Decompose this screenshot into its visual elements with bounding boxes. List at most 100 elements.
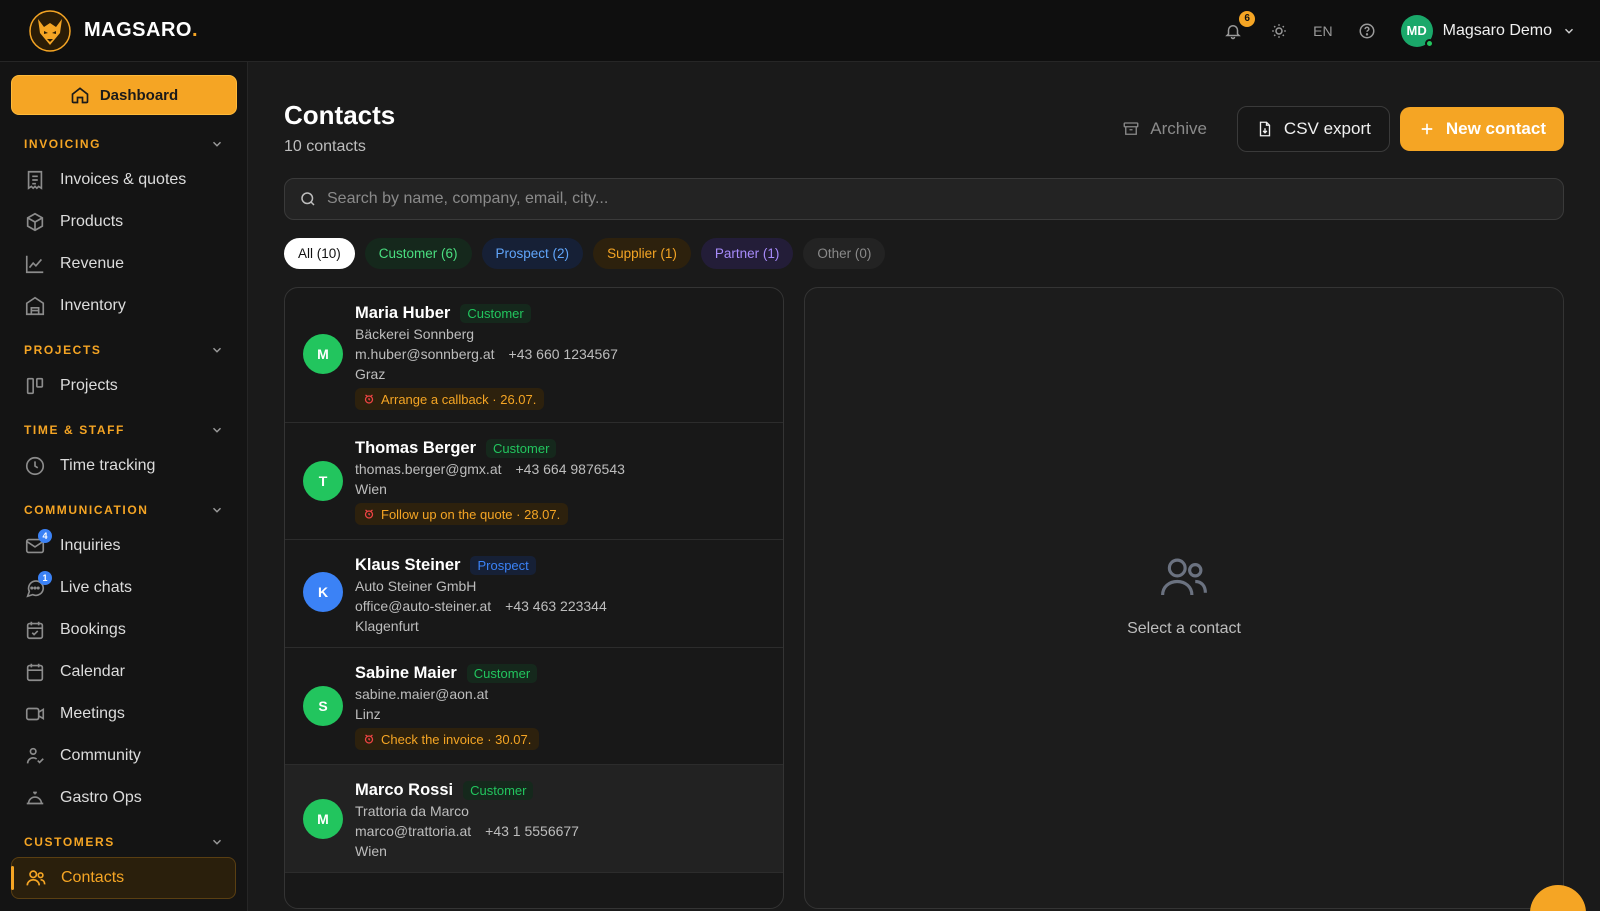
section-time-staff[interactable]: TIME & STAFF: [11, 415, 236, 445]
users-icon: [26, 870, 46, 886]
theme-toggle-button[interactable]: [1267, 19, 1291, 43]
contact-phone: +43 660 1234567: [508, 346, 618, 362]
contact-row[interactable]: M Maria Huber Customer Bäckerei Sonnberg…: [285, 288, 783, 423]
sidebar-item-time-tracking[interactable]: Time tracking: [11, 445, 236, 487]
plus-icon: [1421, 123, 1433, 135]
contact-type-badge: Customer: [466, 663, 538, 683]
kanban-icon: [26, 377, 44, 395]
csv-export-button[interactable]: CSV export: [1236, 106, 1390, 152]
reminder-text: Follow up on the quote · 28.07.: [381, 506, 561, 522]
brand[interactable]: MAGSARO.: [28, 9, 198, 53]
contact-phone: +43 1 5556677: [485, 823, 579, 839]
new-contact-label: New contact: [1445, 119, 1546, 138]
toolbar: Archive CSV export New contact: [1102, 106, 1564, 152]
search-input[interactable]: [327, 190, 1549, 208]
section-projects[interactable]: PROJECTS: [11, 335, 236, 365]
sidebar-item-community[interactable]: Community: [11, 735, 236, 777]
chevron-down-icon: [212, 347, 222, 353]
help-icon: [1359, 23, 1375, 38]
contact-name: Klaus Steiner: [355, 555, 461, 574]
new-contact-button[interactable]: New contact: [1399, 107, 1564, 151]
filter-supplier[interactable]: Supplier (1): [593, 238, 691, 269]
sidebar-item-label: Community: [60, 747, 141, 764]
sidebar-item-contacts[interactable]: Contacts: [11, 857, 236, 899]
contact-row[interactable]: S Sabine Maier Customer sabine.maier@aon…: [285, 648, 783, 765]
brand-name: MAGSARO.: [84, 19, 199, 41]
contact-row[interactable]: T Thomas Berger Customer thomas.berger@g…: [285, 423, 783, 540]
clock-icon: [25, 456, 45, 476]
contact-row[interactable]: K Klaus Steiner Prospect Auto Steiner Gm…: [285, 540, 783, 648]
sidebar-item-inventory[interactable]: Inventory: [11, 285, 236, 327]
contact-detail-panel: Select a contact: [804, 287, 1564, 909]
contact-phone: +43 664 9876543: [515, 461, 625, 477]
chevron-down-icon: [212, 427, 222, 433]
sidebar-item-inquiries[interactable]: 4 Inquiries: [11, 525, 236, 567]
contact-avatar: M: [303, 799, 343, 839]
sidebar-item-label: Calendar: [60, 663, 125, 680]
contact-email: office@auto-steiner.at: [355, 598, 492, 614]
contact-city: Klagenfurt: [355, 618, 419, 634]
contact-avatar: T: [303, 461, 343, 501]
chevron-down-icon: [212, 839, 222, 845]
cloche-icon: [26, 791, 44, 805]
bell-icon: [1225, 24, 1241, 39]
alarm-clock-icon: [364, 509, 374, 519]
receipt-icon: [27, 170, 43, 190]
sidebar-item-label: Revenue: [60, 255, 125, 272]
empty-state-text: Select a contact: [1127, 620, 1241, 637]
language-switcher[interactable]: EN: [1313, 23, 1332, 39]
chevron-down-icon: [212, 507, 222, 513]
sidebar-item-revenue[interactable]: Revenue: [11, 243, 236, 285]
wolf-logo-icon: [29, 9, 71, 52]
notifications-button[interactable]: 6: [1221, 10, 1256, 43]
contact-row[interactable]: M Marco Rossi Customer Trattoria da Marc…: [285, 765, 783, 873]
contact-type-badge: Customer: [463, 780, 534, 800]
filter-other[interactable]: Other (0): [803, 238, 886, 269]
contact-details: m.huber@sonnberg.at +43 660 1234567: [355, 344, 767, 364]
sidebar-item-bookings[interactable]: Bookings: [11, 609, 236, 651]
sidebar: Dashboard INVOICING Invoices & quotes Pr…: [0, 62, 248, 911]
reminder-text: Check the invoice · 30.07.: [381, 731, 532, 747]
contact-details: office@auto-steiner.at +43 463 223344: [355, 596, 767, 616]
section-invoicing[interactable]: INVOICING: [11, 129, 236, 159]
filter-prospect[interactable]: Prospect (2): [481, 238, 584, 269]
alarm-clock-icon: [364, 394, 374, 404]
contact-email: sabine.maier@aon.at: [355, 686, 489, 702]
contact-email: thomas.berger@gmx.at: [355, 461, 502, 477]
sidebar-item-live-chats[interactable]: 1 Live chats: [11, 567, 236, 609]
notifications-badge: 6: [1239, 10, 1256, 27]
sidebar-item-label: Bookings: [60, 621, 126, 638]
help-button[interactable]: [1355, 19, 1379, 43]
section-label: COMMUNICATION: [24, 503, 149, 517]
sidebar-item-gastro-ops[interactable]: Gastro Ops: [11, 777, 236, 819]
sidebar-item-invoices[interactable]: Invoices & quotes: [11, 159, 236, 201]
sidebar-item-projects[interactable]: Projects: [11, 365, 236, 407]
contact-company: Trattoria da Marco: [355, 803, 469, 819]
user-menu[interactable]: MD Magsaro Demo: [1400, 14, 1576, 48]
sidebar-item-calendar[interactable]: Calendar: [11, 651, 236, 693]
contact-company: Bäckerei Sonnberg: [355, 326, 475, 342]
contact-list: M Maria Huber Customer Bäckerei Sonnberg…: [284, 287, 784, 909]
csv-export-label: CSV export: [1283, 119, 1371, 138]
filter-all[interactable]: All (10): [284, 238, 355, 269]
contact-type-badge: Customer: [460, 303, 531, 323]
chart-line-icon: [25, 255, 44, 274]
filter-tabs: All (10) Customer (6) Prospect (2) Suppl…: [284, 238, 886, 269]
section-customers[interactable]: CUSTOMERS: [11, 827, 236, 857]
alarm-clock-icon: [364, 734, 374, 744]
sidebar-item-products[interactable]: Products: [11, 201, 236, 243]
archive-button[interactable]: Archive: [1102, 107, 1227, 151]
sidebar-item-label: Gastro Ops: [60, 789, 142, 806]
contact-type-badge: Prospect: [470, 555, 536, 575]
sidebar-item-meetings[interactable]: Meetings: [11, 693, 236, 735]
avatar: MD: [1400, 14, 1434, 48]
dashboard-label: Dashboard: [99, 86, 179, 104]
filter-customer[interactable]: Customer (6): [364, 238, 472, 269]
video-icon: [25, 707, 45, 721]
dashboard-button[interactable]: Dashboard: [11, 75, 237, 115]
filter-partner[interactable]: Partner (1): [700, 238, 794, 269]
section-label: INVOICING: [24, 137, 102, 151]
users-icon: [1161, 558, 1207, 596]
contact-email: m.huber@sonnberg.at: [355, 346, 495, 362]
section-communication[interactable]: COMMUNICATION: [11, 495, 236, 525]
